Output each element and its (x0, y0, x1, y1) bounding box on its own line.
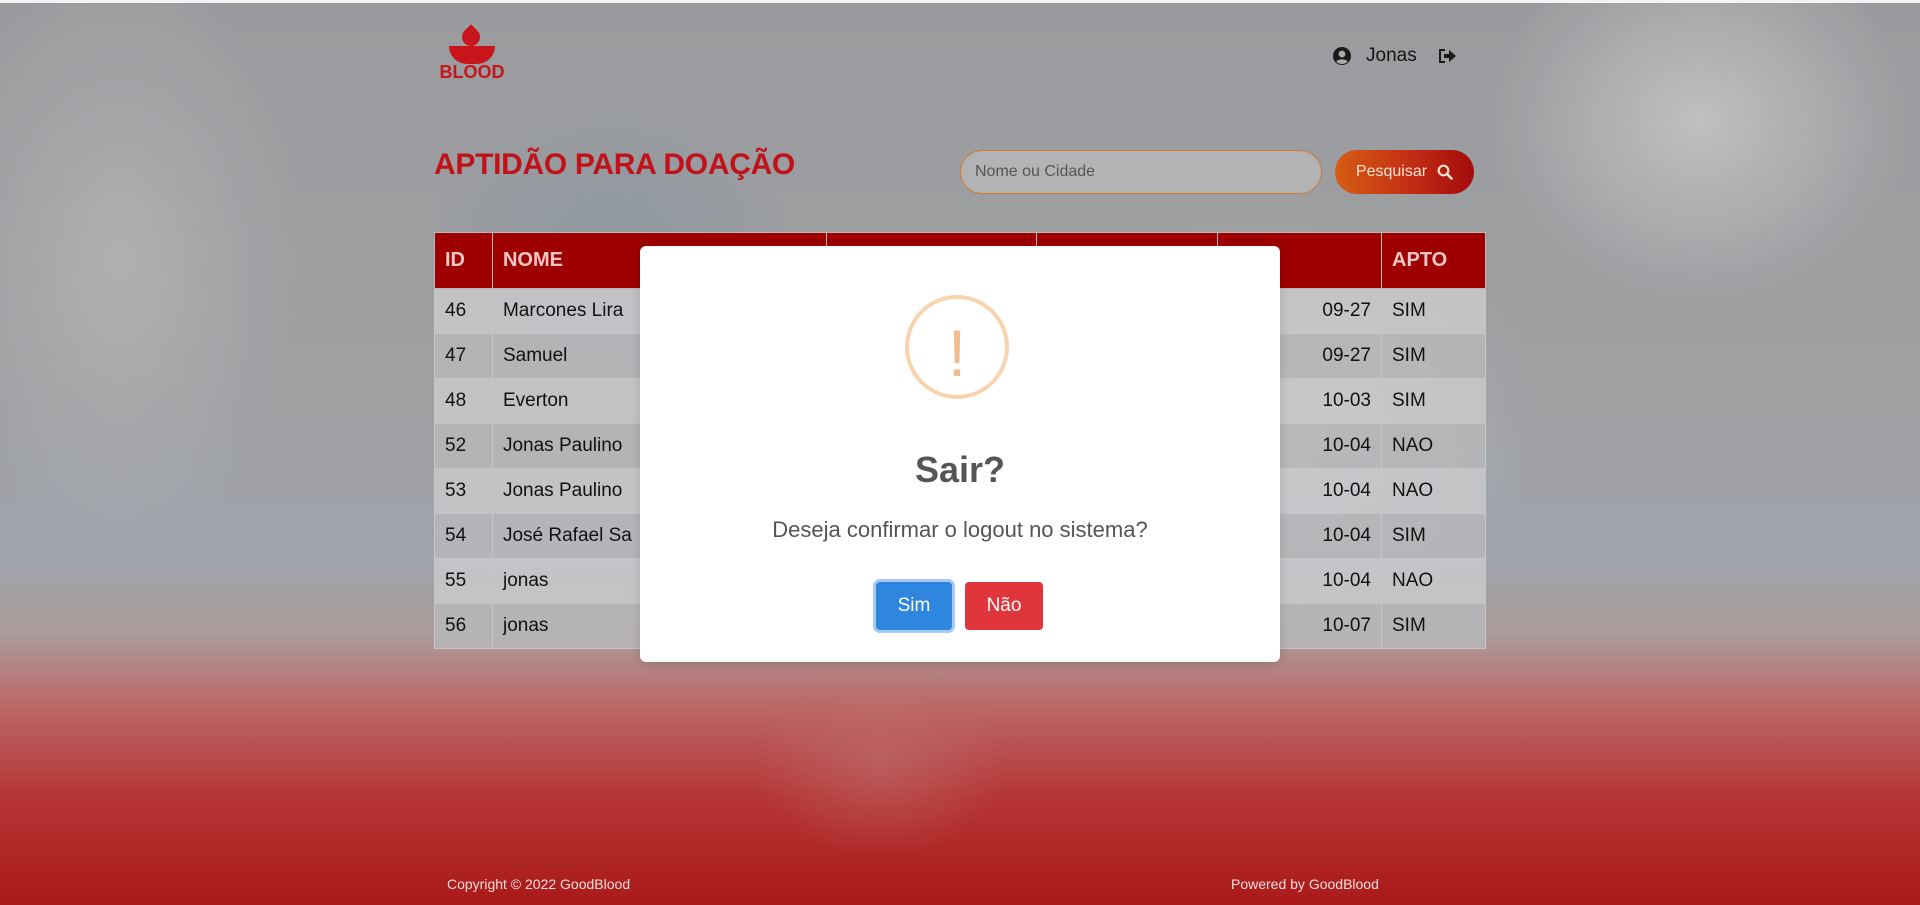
cell-apto: SIM (1381, 378, 1486, 424)
cell-apto: NAO (1381, 468, 1486, 514)
cell-apto: SIM (1381, 603, 1486, 649)
logout-confirm-dialog: ! Sair? Deseja confirmar o logout no sis… (640, 246, 1280, 662)
cell-apto: NAO (1381, 423, 1486, 469)
cell-id: 53 (434, 468, 493, 514)
footer-powered-by: Powered by GoodBlood (1231, 876, 1379, 892)
user-menu: Jonas (1332, 44, 1457, 68)
cell-id: 46 (434, 288, 493, 334)
user-name[interactable]: Jonas (1366, 45, 1417, 67)
warning-icon: ! (905, 295, 1009, 399)
cell-id: 56 (434, 603, 493, 649)
cancel-button[interactable]: Não (965, 582, 1043, 630)
column-header-id[interactable]: ID (434, 232, 493, 289)
cell-apto: NAO (1381, 558, 1486, 604)
column-header-apto[interactable]: APTO (1381, 232, 1486, 289)
confirm-button[interactable]: Sim (876, 582, 952, 630)
cell-apto: SIM (1381, 288, 1486, 334)
search-button[interactable]: Pesquisar (1335, 150, 1474, 194)
page-title: APTIDÃO PARA DOAÇÃO (434, 148, 795, 181)
cell-id: 52 (434, 423, 493, 469)
logo-text: BLOOD (439, 62, 505, 82)
cell-apto: SIM (1381, 333, 1486, 379)
search-button-label: Pesquisar (1355, 163, 1428, 180)
exclamation-mark: ! (947, 316, 967, 390)
search-icon (1437, 164, 1453, 180)
cell-id: 48 (434, 378, 493, 424)
search-input[interactable] (960, 150, 1322, 194)
cell-id: 55 (434, 558, 493, 604)
logo[interactable]: BLOOD (437, 24, 507, 82)
dialog-title: Sair? (914, 449, 1006, 490)
user-circle-icon[interactable] (1332, 46, 1352, 66)
dialog-message: Deseja confirmar o logout no sistema? (772, 517, 1148, 542)
top-border (0, 0, 1920, 3)
cell-id: 47 (434, 333, 493, 379)
logout-icon[interactable] (1437, 47, 1457, 65)
cell-apto: SIM (1381, 513, 1486, 559)
cell-id: 54 (434, 513, 493, 559)
footer-copyright: Copyright © 2022 GoodBlood (447, 876, 631, 892)
